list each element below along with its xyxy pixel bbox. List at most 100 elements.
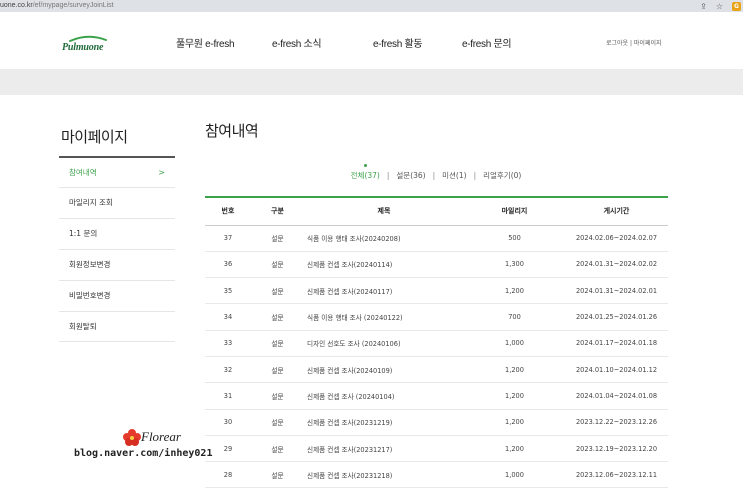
cell-mileage: 700: [464, 303, 565, 331]
site-header: Pulmuone 풀무원 e-fresh e-fresh 소식 e-fresh …: [0, 12, 743, 69]
cell-no: 35: [205, 277, 251, 305]
cell-mileage: 500: [464, 225, 565, 252]
filter-review[interactable]: 리얼후기(0): [483, 171, 521, 180]
col-type: 구분: [251, 196, 304, 226]
filter-separator: |: [432, 171, 436, 180]
cell-mileage: 1,200: [464, 382, 565, 410]
nav-efresh[interactable]: 풀무원 e-fresh: [176, 35, 235, 50]
address-url[interactable]: uone.co.kr/ef/mypage/surveyJoinList: [0, 0, 114, 12]
cell-title[interactable]: 신제품 컨셉 조사(20231218): [304, 461, 464, 489]
filter-all[interactable]: 전체(37): [350, 164, 380, 180]
watermark: Florear blog.naver.com/inhey021: [74, 426, 214, 466]
table-row[interactable]: 33 설문 디자인 선호도 조사 (20240106) 1,000 2024.01.17…: [205, 330, 668, 357]
cell-type: 설문: [251, 382, 304, 410]
table-row[interactable]: [205, 488, 668, 496]
cell-mileage: [464, 488, 565, 496]
util-links[interactable]: 로그아웃 | 마이페이지: [606, 38, 662, 47]
sidebar-item-participation[interactable]: 참여내역 >: [59, 156, 175, 187]
sidebar-item-label: 1:1 문의: [69, 229, 98, 238]
cell-type: 설문: [251, 461, 304, 489]
sidebar-item-inquiry[interactable]: 1:1 문의: [59, 218, 175, 249]
star-icon[interactable]: ☆: [716, 2, 723, 11]
cell-no: 32: [205, 356, 251, 384]
cell-period: 2024.01.31~2024.02.01: [565, 277, 668, 305]
cell-period: 2024.01.04~2024.01.08: [565, 382, 668, 410]
cell-type: 설문: [251, 303, 304, 331]
cell-no: [205, 488, 251, 496]
pulmuone-logo[interactable]: Pulmuone: [62, 34, 118, 56]
watermark-brand: Florear: [141, 429, 181, 444]
table-row[interactable]: 29 설문 신제품 컨셉 조사(20231217) 1,200 2023.12.19~2…: [205, 435, 668, 463]
cell-title[interactable]: 식품 이용 행태 조사 (20240122): [304, 303, 464, 331]
url-host: uone.co.kr: [0, 2, 33, 9]
filter-label: 전체(37): [350, 171, 380, 180]
filter-separator: |: [473, 171, 477, 180]
chevron-right-icon: >: [158, 168, 165, 177]
table-row[interactable]: 34 설문 식품 이용 행태 조사 (20240122) 700 2024.01.25~…: [205, 303, 668, 331]
cell-mileage: 1,000: [464, 330, 565, 357]
participation-table: 번호 구분 제목 마일리지 게시기간 37 설문 식품 이용 행태 조사(20240…: [205, 196, 668, 496]
cell-no: 31: [205, 382, 251, 410]
table-row[interactable]: 36 설문 신제품 컨셉 조사(20240114) 1,300 2024.01.31~2…: [205, 251, 668, 279]
col-period: 게시기간: [565, 196, 668, 226]
cell-no: 33: [205, 330, 251, 357]
table-header-row: 번호 구분 제목 마일리지 게시기간: [205, 196, 668, 226]
browser-tools: ⇪ ☆ G: [700, 0, 741, 12]
table-row[interactable]: 37 설문 식품 이용 행태 조사(20240208) 500 2024.02.06~2…: [205, 225, 668, 252]
table-row[interactable]: 35 설문 신제품 컨셉 조사(20240117) 1,200 2024.01.31~2…: [205, 277, 668, 305]
cell-period: 2024.01.25~2024.01.26: [565, 303, 668, 331]
sidebar-item-label: 참여내역: [69, 168, 97, 177]
table-row[interactable]: 32 설문 신제품 컨셉 조사(20240109) 1,200 2024.01.10~2…: [205, 356, 668, 384]
col-title: 제목: [304, 196, 464, 226]
nav-efresh-news[interactable]: e-fresh 소식: [272, 35, 322, 50]
col-mileage: 마일리지: [464, 196, 565, 226]
cell-title[interactable]: 신제품 컨셉 조사(20240114): [304, 251, 464, 279]
cell-title[interactable]: [304, 488, 464, 496]
sidebar-item-withdraw[interactable]: 회원탈퇴: [59, 311, 175, 342]
cell-period: 2024.02.06~2024.02.07: [565, 225, 668, 252]
cell-mileage: 1,200: [464, 435, 565, 463]
sidebar-item-label: 회원정보변경: [69, 260, 111, 269]
cell-period: 2024.01.31~2024.02.02: [565, 251, 668, 279]
nav-efresh-inquiry[interactable]: e-fresh 문의: [462, 35, 512, 50]
nav-efresh-activity[interactable]: e-fresh 활동: [373, 35, 423, 50]
cell-mileage: 1,000: [464, 461, 565, 489]
sidebar-item-member-info[interactable]: 회원정보변경: [59, 249, 175, 280]
table-row[interactable]: 30 설문 신제품 컨셉 조사(20231219) 1,200 2023.12.22~2…: [205, 409, 668, 436]
cell-title[interactable]: 신제품 컨셉 조사(20231219): [304, 409, 464, 436]
filter-tabs: 전체(37) | 설문(36) | 미션(1) | 리얼후기(0): [205, 164, 667, 181]
cell-mileage: 1,200: [464, 356, 565, 384]
cell-type: 설문: [251, 330, 304, 357]
extension-icon[interactable]: G: [732, 1, 741, 11]
cell-period: 2023.12.22~2023.12.26: [565, 409, 668, 436]
filter-mission[interactable]: 미션(1): [442, 171, 466, 180]
logo-text: Pulmuone: [62, 42, 104, 53]
sidebar-item-label: 회원탈퇴: [69, 322, 97, 331]
cell-title[interactable]: 신제품 컨셉 조사(20231217): [304, 435, 464, 463]
cell-period: 2023.12.19~2023.12.20: [565, 435, 668, 463]
table-row[interactable]: 28 설문 신제품 컨셉 조사(20231218) 1,000 2023.12.06~2…: [205, 461, 668, 489]
cell-mileage: 1,200: [464, 277, 565, 305]
filter-survey[interactable]: 설문(36): [396, 171, 425, 180]
url-path: /ef/mypage/surveyJoinList: [32, 2, 114, 9]
cell-period: [565, 488, 668, 496]
sidebar-item-label: 마일리지 조회: [69, 198, 113, 207]
share-icon[interactable]: ⇪: [700, 2, 707, 11]
sidebar-item-mileage[interactable]: 마일리지 조회: [59, 187, 175, 218]
cell-title[interactable]: 신제품 컨셉 조사(20240109): [304, 356, 464, 384]
cell-title[interactable]: 디자인 선호도 조사 (20240106): [304, 330, 464, 357]
sidebar-item-password[interactable]: 비밀번호변경: [59, 280, 175, 311]
cell-title[interactable]: 식품 이용 행태 조사(20240208): [304, 225, 464, 252]
col-no: 번호: [205, 196, 251, 226]
cell-title[interactable]: 신제품 컨셉 조사(20240117): [304, 277, 464, 305]
cell-no: 36: [205, 251, 251, 279]
cell-type: 설문: [251, 435, 304, 463]
page-title: 참여내역: [205, 122, 259, 140]
cell-period: 2023.12.06~2023.12.11: [565, 461, 668, 489]
watermark-url: blog.naver.com/inhey021: [74, 448, 213, 459]
table-row[interactable]: 31 설문 신제품 컨셉 조사 (20240104) 1,200 2024.01.04~…: [205, 382, 668, 410]
cell-title[interactable]: 신제품 컨셉 조사 (20240104): [304, 382, 464, 410]
cell-type: [251, 488, 304, 496]
cell-mileage: 1,300: [464, 251, 565, 279]
cell-type: 설문: [251, 251, 304, 279]
